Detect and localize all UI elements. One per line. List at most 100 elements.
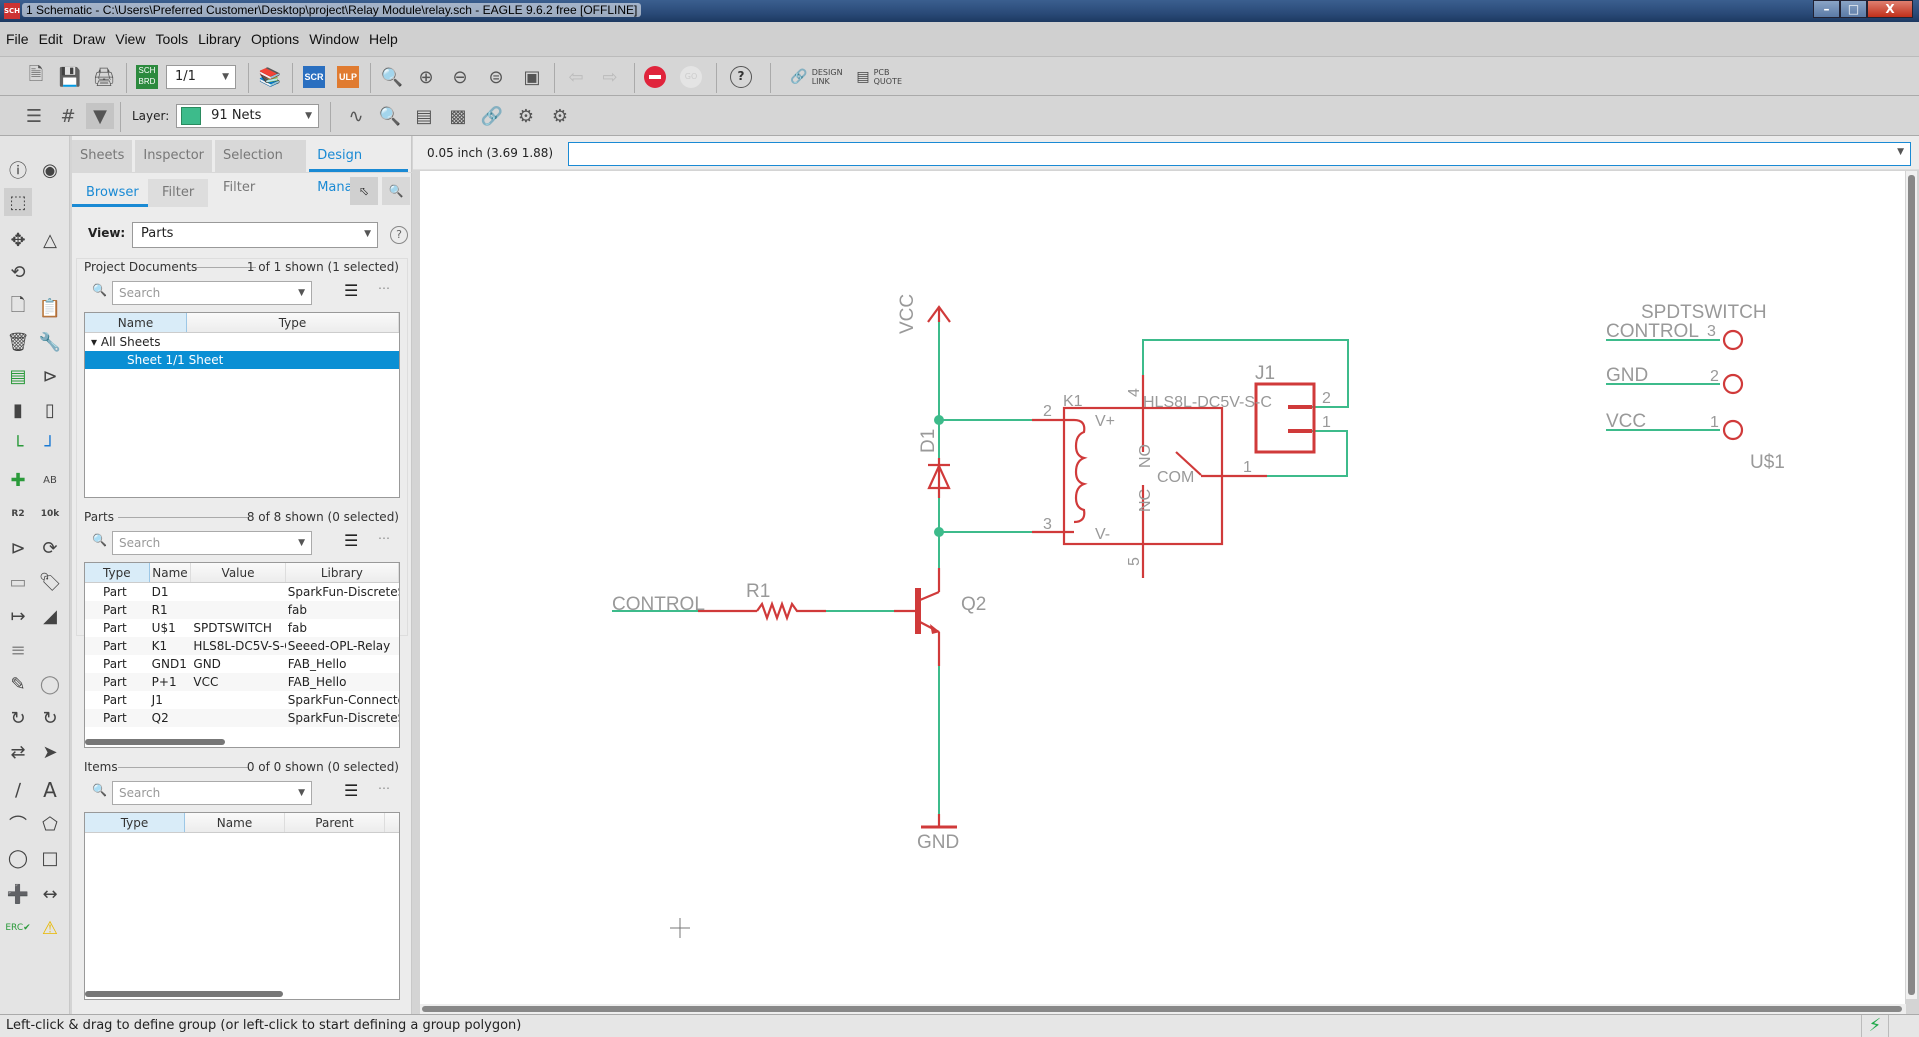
parts-table-row[interactable]: ⇥ PartR1fab — [85, 601, 399, 619]
undo-icon[interactable]: ⇦ — [562, 64, 590, 90]
value-icon[interactable]: 10k — [36, 500, 64, 528]
menu-options[interactable]: Options — [251, 31, 299, 47]
grid-icon[interactable]: # — [54, 103, 82, 129]
parts-table-row[interactable]: ⇥ PartK1HLS8L-DC5V-S-CSeeed-OPL-Relay — [85, 637, 399, 655]
smash-icon[interactable]: ⇄ — [4, 738, 32, 766]
menu-library[interactable]: Library — [198, 31, 241, 47]
tree-row-sheet-selected[interactable]: Sheet 1/1 Sheet — [85, 351, 399, 369]
parts-horizontal-scrollbar[interactable] — [85, 739, 225, 745]
replace-icon[interactable]: ▮ — [4, 396, 32, 424]
select-in-canvas-icon[interactable]: ⬁ — [350, 177, 378, 205]
add-gate-icon[interactable]: ⊳ — [36, 362, 64, 390]
tab-selection-filter[interactable]: Selection Filter — [215, 140, 307, 195]
close-button[interactable]: X — [1867, 0, 1913, 18]
column-header-type[interactable]: Type — [85, 563, 150, 582]
zoom-out-icon[interactable]: ⊖ — [446, 64, 474, 90]
zoom-redraw-icon[interactable]: ⊜ — [482, 64, 510, 90]
menu-tools[interactable]: Tools — [155, 31, 188, 47]
menu-help[interactable]: Help — [369, 31, 398, 47]
go-button[interactable]: GO — [678, 64, 704, 90]
parts-table-row[interactable]: ⇥ PartGND1GNDFAB_Hello — [85, 655, 399, 673]
erc-icon[interactable]: ERC✔ — [4, 914, 32, 942]
label-icon[interactable]: AB — [36, 466, 64, 494]
save-icon[interactable]: 💾 — [56, 64, 84, 90]
column-header-type[interactable]: Type — [85, 813, 185, 832]
multimeter-icon[interactable]: ▤ — [410, 103, 438, 129]
package-icon[interactable]: ▯ — [36, 396, 64, 424]
tab-sheets[interactable]: Sheets — [72, 140, 133, 172]
list-options-icon[interactable]: ☰ — [344, 531, 358, 550]
subtab-browser[interactable]: Browser — [72, 179, 153, 207]
frame-icon[interactable]: ◢ — [36, 602, 64, 630]
add-link-icon[interactable]: 🔗 — [478, 103, 506, 129]
sch-brd-switch-button[interactable]: SCH BRD — [134, 64, 160, 90]
oscilloscope-icon[interactable]: ▩ — [444, 103, 472, 129]
delete-icon[interactable]: 🗑 — [4, 328, 32, 356]
more-options-icon[interactable]: ⋯ — [378, 781, 390, 795]
connect-icon[interactable]: ➤ — [36, 738, 64, 766]
circle-icon[interactable]: ◯ — [4, 844, 32, 872]
text-icon[interactable]: A — [36, 776, 64, 804]
mirror-icon[interactable]: △ — [36, 226, 64, 254]
maximize-button[interactable]: □ — [1840, 0, 1867, 18]
bus-icon[interactable]: ┘ — [36, 432, 64, 460]
parts-table-row[interactable]: ⇥ PartQ2SparkFun-DiscreteSemi — [85, 709, 399, 727]
more-options-icon[interactable]: ⋯ — [378, 281, 390, 295]
gear-dc-icon[interactable]: ⚙ — [512, 103, 540, 129]
lightning-icon[interactable]: ⚡ — [1861, 1015, 1889, 1037]
simulate-wave-icon[interactable]: ∿ — [342, 103, 370, 129]
zoom-to-icon[interactable]: 🔍 — [382, 177, 410, 205]
canvas-vertical-scrollbar[interactable] — [1906, 171, 1917, 999]
pcb-quote-button[interactable]: ▤ PCB QUOTE — [852, 64, 908, 90]
minimize-button[interactable]: – — [1813, 0, 1840, 18]
print-icon[interactable]: 🖨 — [90, 64, 118, 90]
items-horizontal-scrollbar[interactable] — [85, 991, 283, 997]
menu-window[interactable]: Window — [309, 31, 359, 47]
net-icon[interactable]: └ — [4, 432, 32, 460]
tree-node-all-sheets[interactable]: ▾ All Sheets — [85, 333, 399, 351]
filter-icon[interactable]: ▼ — [86, 103, 114, 129]
search-icon[interactable]: 🔍 — [92, 783, 107, 797]
probe-icon[interactable]: 🔍 — [376, 103, 404, 129]
zoom-in-icon[interactable]: ⊕ — [412, 64, 440, 90]
project-documents-search[interactable]: Search ▼ — [112, 281, 312, 305]
attribute-tag-icon[interactable]: 🏷 — [36, 568, 64, 596]
chevron-down-icon[interactable]: ▼ — [1897, 147, 1904, 157]
help-button[interactable]: ? — [728, 64, 754, 90]
subtab-filter[interactable]: Filter — [148, 179, 209, 207]
tab-design-manager[interactable]: Design Manager — [309, 140, 408, 195]
move-icon[interactable]: ✥ — [4, 226, 32, 254]
circle-dots-icon[interactable]: ◯ — [36, 670, 64, 698]
gate-swap-icon[interactable]: ↻ — [4, 704, 32, 732]
column-header-name[interactable]: Name — [185, 813, 285, 832]
swap-gate-icon[interactable]: ⟳ — [36, 534, 64, 562]
add-part-icon[interactable]: ▤ — [4, 362, 32, 390]
paste-icon[interactable]: 📋 — [36, 294, 64, 322]
dimension-icon[interactable]: ↔ — [36, 880, 64, 908]
polygon-icon[interactable]: ⬠ — [36, 810, 64, 838]
parts-table-row[interactable]: ⇥ PartU$1SPDTSWITCHfab — [85, 619, 399, 637]
column-header-type[interactable]: Type — [187, 313, 399, 332]
script-button[interactable]: SCR — [300, 64, 328, 90]
parts-table-row[interactable]: ⇥ PartD1SparkFun-DiscreteSemi — [85, 583, 399, 601]
column-header-value[interactable]: Value — [191, 563, 286, 582]
rectangle-icon[interactable]: □ — [36, 844, 64, 872]
column-header-parent[interactable]: Parent — [285, 813, 385, 832]
search-icon[interactable]: 🔍 — [92, 283, 107, 297]
more-options-icon[interactable]: ⋯ — [378, 531, 390, 545]
redo-icon[interactable]: ⇨ — [596, 64, 624, 90]
copy-icon[interactable]: 🗋 — [4, 294, 32, 322]
parts-table-row[interactable]: ⇥ PartP+1VCCFAB_Hello — [85, 673, 399, 691]
design-link-button[interactable]: 🔗 DESIGN LINK — [786, 64, 856, 90]
help-icon[interactable]: ? — [390, 226, 408, 244]
gear-ac-icon[interactable]: ⚙ — [546, 103, 574, 129]
split-icon[interactable]: ≡ — [4, 636, 32, 664]
library-books-icon[interactable]: 📚 — [256, 64, 284, 90]
arc-icon[interactable]: ⌒ — [4, 810, 32, 838]
canvas-horizontal-scrollbar[interactable] — [420, 1004, 1906, 1014]
sheet-select[interactable]: 1/1 ▼ — [166, 65, 236, 89]
part-swap-icon[interactable]: ↻ — [36, 704, 64, 732]
stop-button[interactable] — [642, 64, 668, 90]
name-icon[interactable]: R2 — [4, 500, 32, 528]
zoom-fit-icon[interactable]: 🔍 — [378, 64, 406, 90]
